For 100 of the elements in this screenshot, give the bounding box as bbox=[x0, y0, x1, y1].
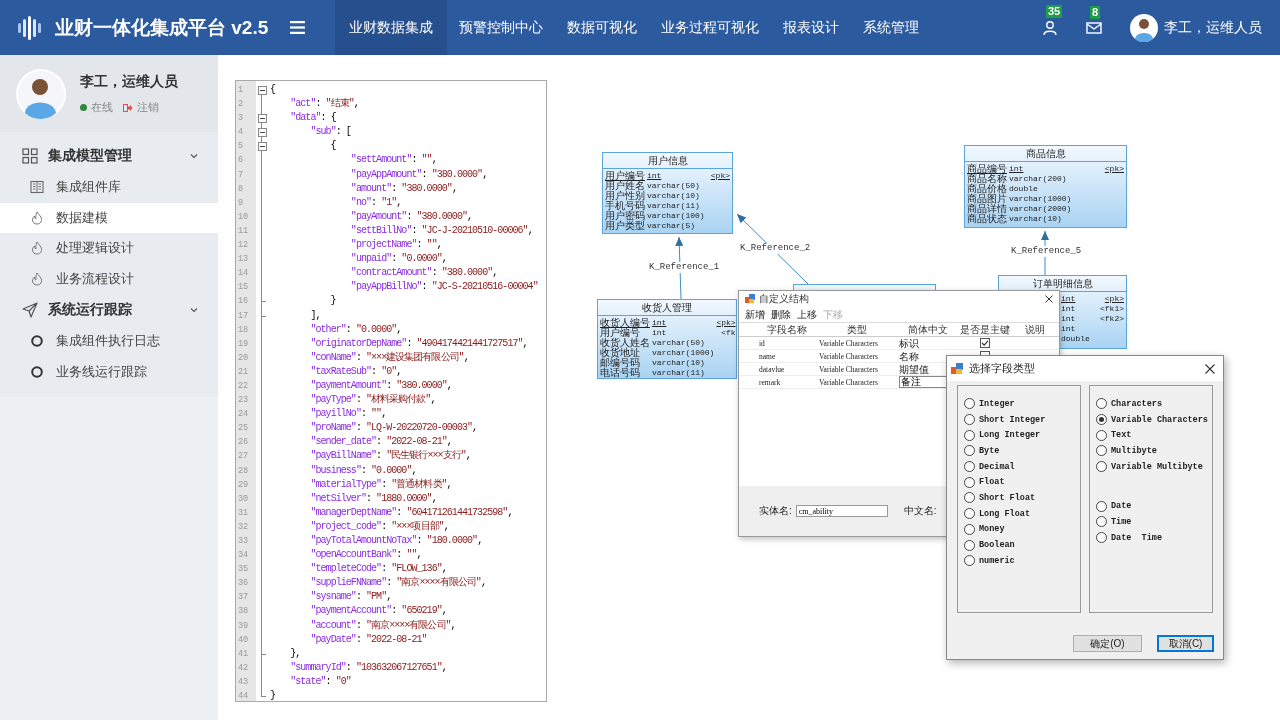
menu-group[interactable]: 系统运行跟踪 bbox=[0, 294, 218, 326]
radio-option[interactable]: Boolean bbox=[964, 537, 1080, 553]
fold-icon[interactable] bbox=[258, 113, 267, 123]
menu-item[interactable]: 业务流程设计 bbox=[0, 263, 218, 294]
field-type: varchar(1000) bbox=[1009, 194, 1072, 204]
field-name: 商品名称 bbox=[967, 174, 1007, 184]
radio-option[interactable]: Decimal bbox=[964, 458, 1080, 475]
line-number: 20 bbox=[237, 351, 250, 365]
grid-icon bbox=[22, 148, 38, 164]
logo-icon bbox=[15, 13, 43, 42]
line-number: 15 bbox=[237, 281, 250, 295]
radio-option[interactable]: Variable Multibyte bbox=[1096, 458, 1212, 475]
user-name[interactable]: 李工，运维人员 bbox=[1164, 18, 1262, 37]
entity-name-field[interactable]: cm_ability bbox=[795, 505, 888, 517]
chevron-icon bbox=[190, 152, 198, 160]
send-icon bbox=[22, 302, 38, 318]
radio-option[interactable]: Variable Characters bbox=[1096, 411, 1212, 428]
count-badge: 35 bbox=[1046, 4, 1063, 18]
toolbar-button[interactable]: 上移 bbox=[797, 308, 817, 321]
toolbar-button[interactable]: 删除 bbox=[771, 308, 791, 321]
code-line: "originatorDepName": "4904174421441727517", bbox=[309, 336, 528, 351]
menu-item[interactable]: 数据建模 bbox=[0, 202, 218, 233]
nav-tab[interactable]: 报表设计 bbox=[771, 0, 852, 55]
column-header[interactable]: 类型 bbox=[817, 323, 897, 336]
mail-icon[interactable] bbox=[1086, 20, 1102, 35]
radio-option[interactable]: numeric bbox=[964, 552, 1080, 569]
code-line: "managerDeptName": "604171261441732598", bbox=[309, 505, 513, 520]
user-icon[interactable] bbox=[1042, 19, 1058, 36]
radio-option[interactable]: Date bbox=[1096, 498, 1212, 515]
fold-icon[interactable] bbox=[258, 127, 267, 137]
code-line: "netSilver": "1880.0000", bbox=[309, 491, 437, 506]
code-line: "unpaid": "0.0000", bbox=[349, 252, 447, 267]
checkbox[interactable] bbox=[980, 338, 990, 348]
code-line: "settBillNo": "JC-J-20210510-00006", bbox=[349, 223, 533, 238]
close-icon[interactable] bbox=[1045, 295, 1053, 303]
line-number: 31 bbox=[237, 506, 250, 520]
nav-tab[interactable]: 数据可视化 bbox=[555, 0, 650, 55]
line-number: 9 bbox=[237, 196, 245, 210]
menu-group[interactable]: 集成模型管理 bbox=[0, 140, 218, 172]
code-line: "amount": "380.0000", bbox=[349, 181, 457, 196]
fold-icon[interactable] bbox=[258, 85, 267, 95]
code-line: "supplieFNName": "南京××××有限公司", bbox=[309, 576, 486, 591]
radio-option[interactable]: Long Integer bbox=[964, 427, 1080, 444]
radio-option[interactable]: Money bbox=[964, 521, 1080, 538]
line-number: 27 bbox=[237, 450, 250, 464]
field-type: varchar(2000) bbox=[1009, 204, 1072, 214]
dialog-button[interactable]: 确定(O) bbox=[1073, 635, 1142, 652]
line-number: 2 bbox=[237, 98, 245, 112]
field-type: varchar(1000) bbox=[652, 348, 715, 358]
field-name: 收货人姓名 bbox=[600, 338, 650, 348]
menu-icon[interactable] bbox=[290, 21, 306, 34]
column-header[interactable]: 字段名称 bbox=[757, 323, 817, 336]
radio-option[interactable]: Date Time bbox=[1096, 529, 1212, 546]
radio-option[interactable]: Characters bbox=[1096, 396, 1212, 412]
connector-label: K_Reference_2 bbox=[740, 243, 811, 254]
radio-option[interactable]: Integer bbox=[964, 396, 1080, 412]
line-number: 3 bbox=[237, 112, 245, 126]
radio-option[interactable]: Short Integer bbox=[964, 411, 1080, 428]
menu-item[interactable]: 集成组件库 bbox=[0, 172, 218, 203]
nav-tab[interactable]: 预警控制中心 bbox=[447, 0, 556, 55]
field-type: int bbox=[1061, 304, 1077, 314]
radio-option[interactable]: Long Float bbox=[964, 505, 1080, 522]
code-line: "paymentAccount": "650219", bbox=[309, 604, 447, 619]
line-number: 32 bbox=[237, 520, 250, 534]
code-line: "settAmount": "", bbox=[349, 153, 437, 168]
column-header[interactable]: 简体中文 bbox=[897, 323, 959, 336]
line-number: 22 bbox=[237, 379, 250, 393]
entity-box[interactable]: 用户信息 用户编号 int <pk> 用户姓名 varchar(50) 用户性别 varchar(10) 手机号码 varchar(11) 用户密码 varchar(100) 用户类型 varchar(5) bbox=[602, 152, 733, 234]
nav-tab[interactable]: 业财数据集成 bbox=[335, 0, 448, 55]
radio-option[interactable]: Byte bbox=[964, 443, 1080, 459]
flame-icon bbox=[30, 241, 44, 256]
line-number: 42 bbox=[237, 661, 250, 675]
nav-tab[interactable]: 系统管理 bbox=[851, 0, 932, 55]
radio-option[interactable]: Text bbox=[1096, 427, 1212, 444]
field-type: varchar(50) bbox=[652, 338, 706, 348]
toolbar-button[interactable]: 新增 bbox=[745, 308, 765, 321]
line-number: 19 bbox=[237, 337, 250, 351]
logout-icon bbox=[123, 102, 133, 113]
entity-box[interactable]: 商品信息 商品编号 int <pk> 商品名称 varchar(200) 商品价格 double 商品图片 varchar(1000) 商品详情 varchar(2000) 商品状态 varchar(10) bbox=[964, 145, 1127, 228]
entity-box[interactable]: 收货人管理 收货人编号 int <pk> 用户编号 int <fk 收货人姓名 varchar(50) 收货地址 varchar(1000) 邮编号码 varchar(10) 电话号码 varchar(11) bbox=[597, 299, 737, 379]
code-line: "sub": [ bbox=[309, 125, 351, 140]
line-number: 14 bbox=[237, 267, 250, 281]
radio-option[interactable]: Multibyte bbox=[1096, 443, 1212, 459]
dialog-button[interactable]: 取消(C) bbox=[1157, 635, 1214, 652]
radio-option[interactable]: Float bbox=[964, 474, 1080, 491]
menu-item[interactable]: 集成组件执行日志 bbox=[0, 326, 218, 357]
close-icon[interactable] bbox=[1205, 363, 1215, 374]
fold-icon[interactable] bbox=[258, 141, 267, 151]
avatar bbox=[16, 69, 66, 119]
radio-option[interactable]: Short Float bbox=[964, 490, 1080, 506]
field-type: int bbox=[1009, 164, 1025, 174]
column-header[interactable]: 说明 bbox=[1011, 323, 1059, 336]
radio-option[interactable]: Time bbox=[1096, 514, 1212, 530]
menu-item[interactable]: 业务线运行跟踪 bbox=[0, 356, 218, 387]
code-line: } bbox=[269, 689, 276, 701]
avatar[interactable] bbox=[1130, 13, 1158, 42]
menu-item[interactable]: 处理逻辑设计 bbox=[0, 233, 218, 264]
code-line: "proName": "LQ-W-20220720-00003", bbox=[309, 421, 478, 436]
nav-tab[interactable]: 业务过程可视化 bbox=[649, 0, 772, 55]
field-key: <fk1> bbox=[1091, 304, 1124, 314]
